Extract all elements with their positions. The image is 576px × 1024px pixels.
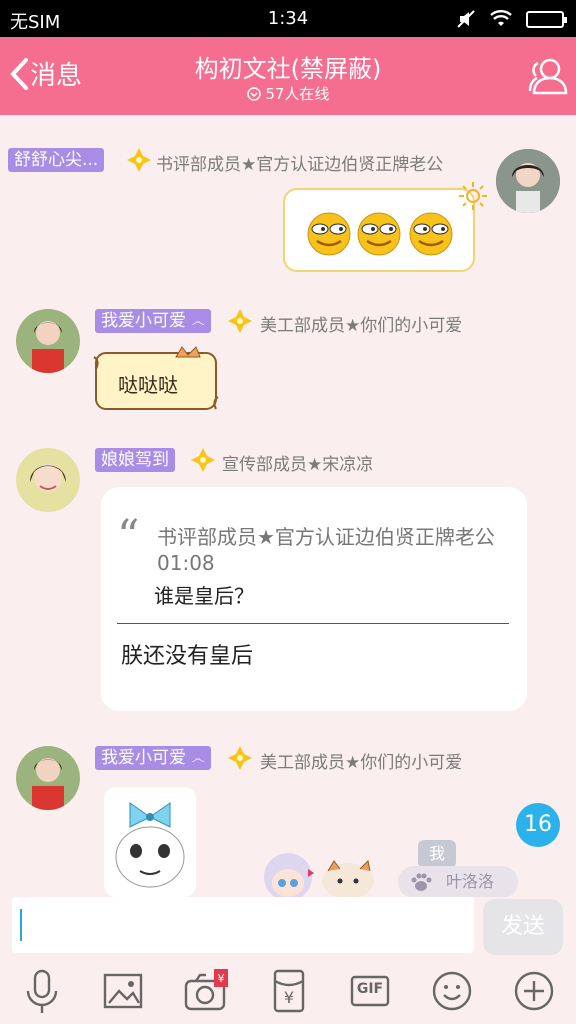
avatar[interactable] [16, 309, 80, 373]
online-icon [246, 87, 261, 101]
quoted-message: 谁是皇后？ [154, 584, 254, 608]
battery-icon [526, 10, 567, 28]
mute-icon [457, 10, 475, 28]
mention-user-name: 叶洛洛 [446, 872, 495, 891]
member-tag[interactable]: 娘娘驾到 [95, 448, 175, 472]
rank-diamond-icon [228, 309, 252, 333]
tag-bird-icon: ෴ [191, 314, 205, 330]
image-bubble[interactable] [104, 787, 196, 897]
member-tag[interactable]: 我爱小可爱 ෴ [95, 746, 211, 770]
status-icons [456, 9, 567, 29]
avatar-photo [16, 309, 80, 373]
text-caret [20, 909, 22, 941]
camera-icon[interactable]: ¥ [182, 967, 230, 1015]
avatar-photo [16, 448, 80, 512]
tag-bird-icon: ෴ [191, 751, 205, 767]
status-bar: 无SIM 1:34 [0, 0, 576, 37]
member-title: 美工部成员★你们的小可爱 [260, 316, 463, 336]
chat-title: 构初文社(禁屏蔽) [194, 55, 382, 83]
avatar-photo [496, 149, 560, 213]
message-input[interactable] [12, 897, 474, 953]
quote-divider [117, 623, 509, 624]
panda-sticker-image [115, 802, 185, 888]
laughing-emoji-sticker [307, 212, 453, 256]
member-title: 书评部成员★官方认证边伯贤正牌老公 [156, 155, 444, 175]
online-count-text: 57人在线 [265, 85, 330, 103]
gif-icon[interactable]: GIF [346, 967, 394, 1015]
quote-reply-bubble[interactable]: “ 书评部成员★官方认证边伯贤正牌老公 01:08 谁是皇后？ 朕还没有皇后 [101, 487, 527, 711]
input-toolbar: ¥ ¥ GIF [0, 957, 576, 1024]
sticker-bubble[interactable] [283, 188, 475, 272]
mention-user-pill[interactable]: 叶洛洛 [398, 866, 518, 898]
nav-bar: 消息 构初文社(禁屏蔽) 57人在线 [0, 37, 576, 115]
member-title: 美工部成员★你们的小可爱 [260, 753, 463, 773]
sun-decoration-icon [459, 182, 487, 210]
rank-diamond-icon [228, 746, 252, 770]
microphone-icon[interactable] [18, 967, 66, 1015]
unread-badge[interactable]: 16 [516, 803, 560, 847]
member-tag[interactable]: 舒舒心尖... [8, 148, 105, 172]
plus-icon[interactable] [510, 967, 558, 1015]
avatar-photo [16, 746, 80, 810]
svg-text:¥: ¥ [218, 972, 225, 985]
paw-icon [411, 873, 432, 891]
quoted-author: 书评部成员★官方认证边伯贤正牌老公 01:08 [157, 525, 495, 575]
mention-me-badge[interactable]: 我 [418, 840, 456, 868]
avatar[interactable] [496, 149, 560, 213]
member-tag-label: 我爱小可爱 [101, 748, 186, 768]
character-stickers-icon [264, 853, 374, 897]
svg-text:¥: ¥ [284, 988, 294, 1007]
gif-label: GIF [356, 981, 384, 997]
image-icon[interactable] [99, 967, 147, 1015]
rank-diamond-icon [191, 448, 215, 472]
quote-icon: “ [117, 511, 140, 562]
online-count: 57人在线 [0, 83, 576, 104]
member-tag-label: 我爱小可爱 [101, 311, 186, 331]
send-button[interactable]: 发送 [483, 899, 563, 955]
reply-message: 朕还没有皇后 [121, 644, 254, 669]
rank-diamond-icon [127, 148, 151, 172]
wifi-icon [490, 10, 512, 26]
emoji-icon[interactable] [428, 967, 476, 1015]
red-packet-icon[interactable]: ¥ [265, 967, 313, 1015]
member-title: 宣传部成员★宋凉凉 [222, 455, 374, 475]
cat-sticker-bubble[interactable]: 哒哒哒 [92, 343, 220, 413]
sticker-text: 哒哒哒 [118, 373, 178, 397]
chat-list[interactable]: 舒舒心尖... 书评部成员★官方认证边伯贤正牌老公 我爱小可爱 ෴ 美工部成员★… [0, 115, 576, 897]
group-members-icon[interactable] [522, 51, 570, 99]
avatar[interactable] [16, 746, 80, 810]
avatar[interactable] [16, 448, 80, 512]
member-tag[interactable]: 我爱小可爱 ෴ [95, 309, 211, 333]
input-row: 发送 [0, 897, 576, 957]
